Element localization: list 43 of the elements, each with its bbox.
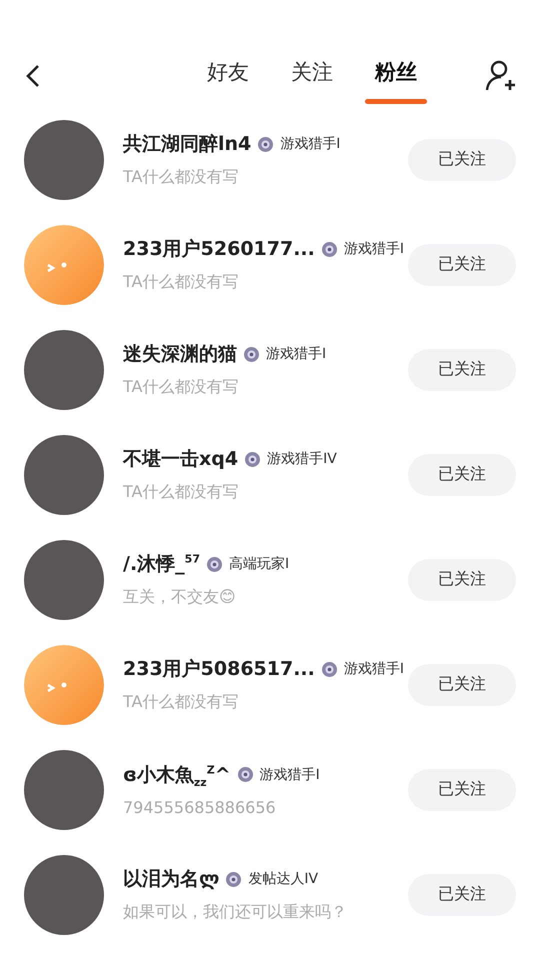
following-button[interactable]: 已关注 xyxy=(408,558,516,600)
badge-label: 游戏猎手IV xyxy=(267,450,337,468)
badge-icon xyxy=(243,346,260,362)
badge-icon xyxy=(320,660,338,678)
badge-label: 发帖达人IV xyxy=(248,870,318,888)
badge-label: 游戏猎手I xyxy=(260,766,320,784)
user-name: /.沐悸_$^{57}$ xyxy=(123,552,200,577)
following-button[interactable]: 已关注 xyxy=(408,874,516,916)
user-name: 共江湖同醉ln4 xyxy=(123,132,252,157)
user-name: 233用户5260177... xyxy=(123,237,315,262)
following-button[interactable]: 已关注 xyxy=(408,454,516,496)
badge-icon xyxy=(320,240,338,258)
user-name: 迷失深渊的猫 xyxy=(123,342,237,367)
badge-icon xyxy=(206,556,223,572)
following-button[interactable]: 已关注 xyxy=(408,244,516,286)
following-button[interactable]: 已关注 xyxy=(408,348,516,390)
badge-icon xyxy=(236,766,254,784)
user-name: 不堪一击xq4 xyxy=(123,447,238,472)
badge-icon xyxy=(244,450,262,468)
add-friend-icon[interactable] xyxy=(484,59,518,93)
badge-label: 游戏猎手I xyxy=(344,240,404,258)
user-bio: TA什么都没有写 xyxy=(123,692,240,713)
badge-label: 游戏猎手I xyxy=(266,345,326,363)
following-button[interactable]: 已关注 xyxy=(408,768,516,810)
user-bio: TA什么都没有写 xyxy=(123,377,240,398)
following-button[interactable]: 已关注 xyxy=(408,138,516,180)
badge-label: 高端玩家I xyxy=(228,555,290,573)
user-name: 233用户5086517... xyxy=(123,657,315,682)
badge-label: 游戏猎手I xyxy=(280,135,340,153)
user-bio: TA什么都没有写 xyxy=(123,272,240,293)
tab[interactable]: 好友 xyxy=(197,52,259,100)
badge-label: 游戏猎手I xyxy=(344,660,404,678)
tab[interactable]: 关注 xyxy=(281,52,343,100)
user-bio: 互关，不交友😊 xyxy=(123,587,237,608)
following-button[interactable]: 已关注 xyxy=(408,664,516,706)
user-bio: 如果可以，我们还可以重来吗？ xyxy=(123,902,348,923)
user-bio: TA什么都没有写 xyxy=(123,167,240,188)
user-name: 以泪为名ლ xyxy=(123,867,220,892)
badge-icon xyxy=(225,870,242,888)
user-bio: TA什么都没有写 xyxy=(123,482,240,503)
badge-icon xyxy=(257,136,274,152)
user-name: ɞ小木魚$_{zz}$$^{Z}$^ xyxy=(123,762,231,788)
user-bio: 794555685886656 xyxy=(123,798,277,818)
